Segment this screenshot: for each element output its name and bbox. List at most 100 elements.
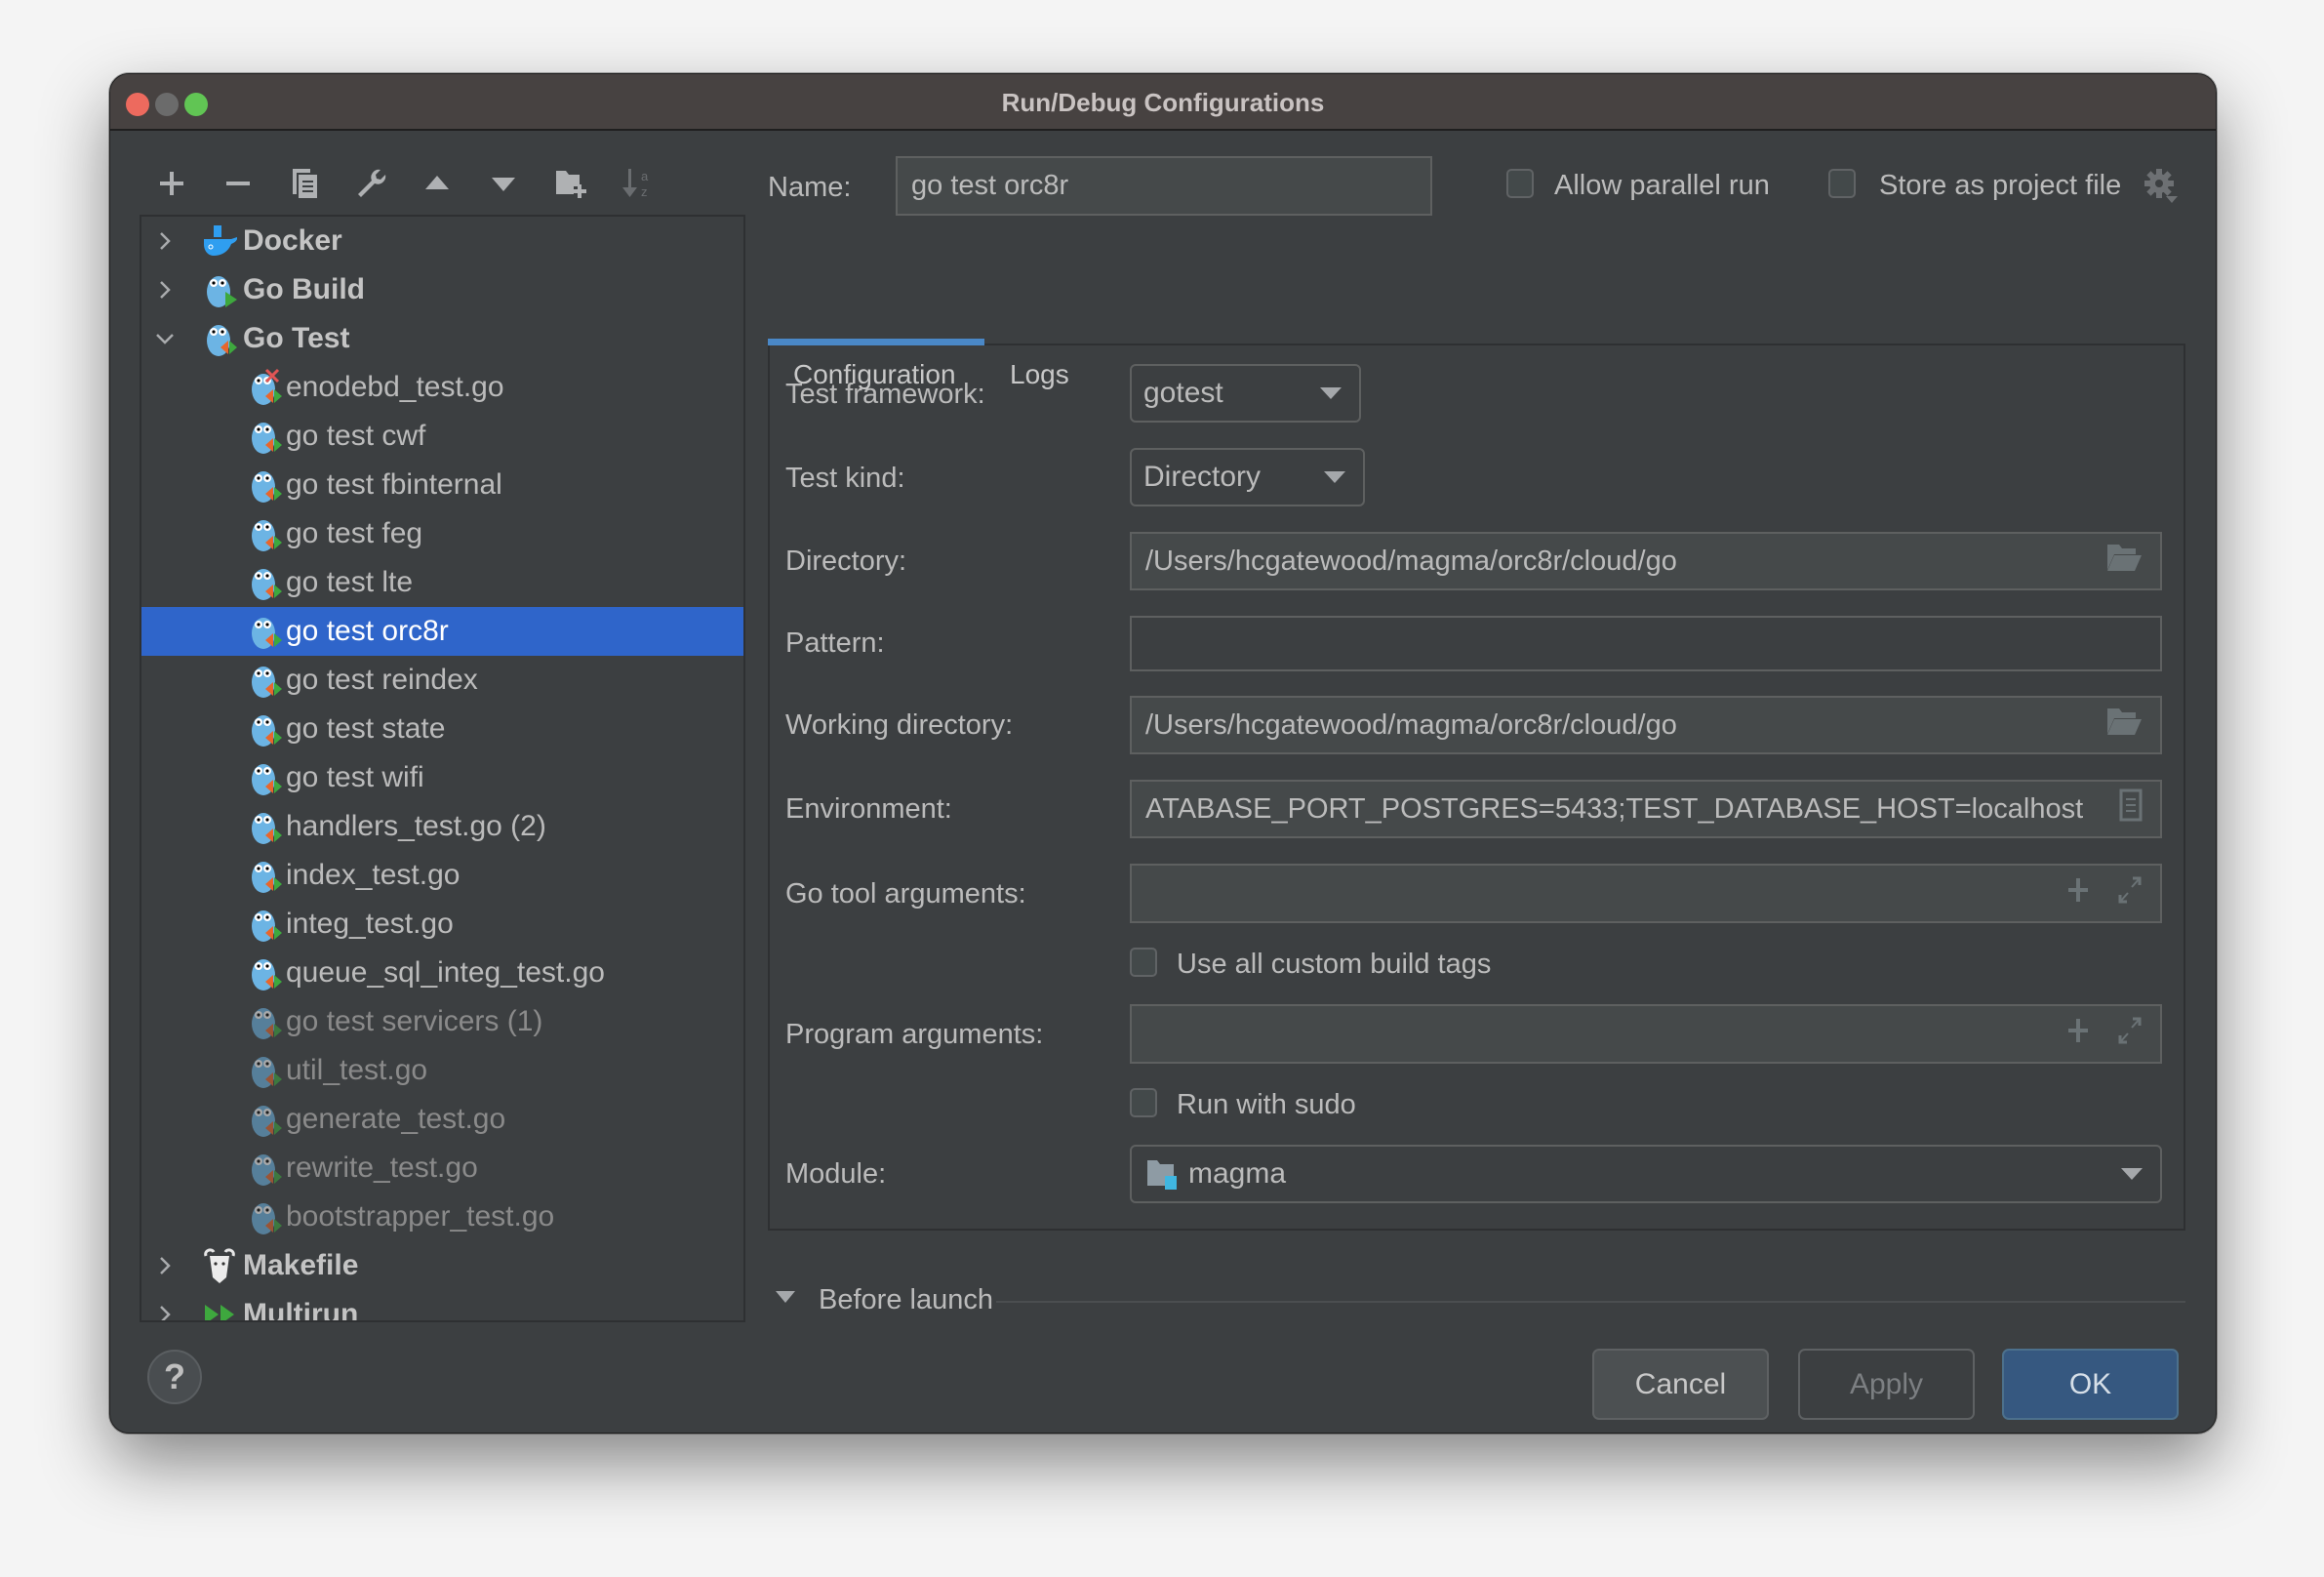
- go-tool-arguments-input[interactable]: [1130, 864, 2162, 923]
- tree-item[interactable]: go test servicers (1): [141, 997, 743, 1046]
- configuration-tree[interactable]: Docker Go Build Go Test enodebd_test.go g…: [140, 215, 745, 1322]
- tree-group-multirun[interactable]: Multirun: [141, 1290, 743, 1322]
- insert-macro-button[interactable]: [2066, 876, 2090, 911]
- gopher-test-icon: [249, 661, 284, 700]
- tree-item[interactable]: go test state: [141, 705, 743, 753]
- test-framework-dropdown[interactable]: gotest: [1130, 364, 1361, 423]
- use-all-custom-build-tags-checkbox[interactable]: [1130, 948, 1157, 977]
- tree-group-label: Go Test: [243, 322, 350, 354]
- allow-parallel-run-label: Allow parallel run: [1554, 170, 1770, 201]
- expand-field-button[interactable]: [2117, 875, 2143, 912]
- help-button[interactable]: ?: [147, 1350, 202, 1404]
- tree-item[interactable]: index_test.go: [141, 851, 743, 900]
- browse-folder-button[interactable]: [2105, 543, 2143, 580]
- dropdown-arrow-icon: [1320, 387, 1342, 399]
- tree-item[interactable]: enodebd_test.go: [141, 363, 743, 412]
- working-directory-input[interactable]: /Users/hcgatewood/magma/orc8r/cloud/go: [1130, 696, 2162, 754]
- tree-item[interactable]: go test orc8r: [141, 607, 743, 656]
- use-all-custom-build-tags-label: Use all custom build tags: [1177, 949, 1492, 980]
- move-down-button[interactable]: [484, 164, 523, 203]
- module-folder-icon: [1147, 1160, 1177, 1190]
- ok-button[interactable]: OK: [2002, 1349, 2179, 1420]
- gopher-test-icon: [204, 319, 239, 358]
- tree-item[interactable]: go test lte: [141, 558, 743, 607]
- run-with-sudo-label: Run with sudo: [1177, 1089, 1356, 1120]
- tree-item-label: rewrite_test.go: [286, 1152, 478, 1184]
- tree-group-go-build[interactable]: Go Build: [141, 265, 743, 314]
- module-dropdown[interactable]: magma: [1130, 1145, 2162, 1203]
- test-framework-label: Test framework:: [785, 379, 985, 410]
- browse-folder-button[interactable]: [2105, 707, 2143, 744]
- tree-group-go-test[interactable]: Go Test: [141, 314, 743, 363]
- tree-item[interactable]: integ_test.go: [141, 900, 743, 949]
- remove-configuration-button[interactable]: [219, 164, 258, 203]
- tree-item[interactable]: go test feg: [141, 509, 743, 558]
- docker-icon: [200, 222, 237, 261]
- cancel-button[interactable]: Cancel: [1592, 1349, 1769, 1420]
- chevron-right-icon[interactable]: [153, 1303, 177, 1320]
- chevron-right-icon[interactable]: [153, 278, 177, 302]
- tree-item[interactable]: go test cwf: [141, 412, 743, 461]
- remove-icon: [226, 182, 250, 185]
- directory-input[interactable]: /Users/hcgatewood/magma/orc8r/cloud/go: [1130, 532, 2162, 590]
- chevron-right-icon[interactable]: [153, 1254, 177, 1277]
- gopher-test-icon: [249, 514, 284, 553]
- tree-item-label: go test orc8r: [286, 615, 449, 647]
- add-icon: [160, 172, 183, 195]
- tree-group-label: Multirun: [243, 1298, 359, 1322]
- add-configuration-button[interactable]: [152, 164, 191, 203]
- tree-item[interactable]: bootstrapper_test.go: [141, 1193, 743, 1241]
- tree-item[interactable]: go test reindex: [141, 656, 743, 705]
- tree-item[interactable]: go test fbinternal: [141, 461, 743, 509]
- store-options-gear-button[interactable]: [2143, 167, 2180, 204]
- chevron-down-icon[interactable]: [153, 327, 177, 350]
- tree-item-label: go test feg: [286, 517, 423, 549]
- multirun-icon: [202, 1295, 237, 1320]
- gopher-run-icon: [204, 270, 239, 309]
- dropdown-arrow-icon: [1324, 471, 1345, 483]
- go-tool-arguments-label: Go tool arguments:: [785, 878, 1026, 910]
- allow-parallel-run-checkbox[interactable]: [1506, 169, 1534, 198]
- gopher-test-icon: [249, 709, 284, 748]
- copy-configuration-button[interactable]: [285, 164, 324, 203]
- tree-item[interactable]: handlers_test.go (2): [141, 802, 743, 851]
- pattern-input[interactable]: [1130, 616, 2162, 671]
- test-kind-dropdown[interactable]: Directory: [1130, 448, 1365, 506]
- run-with-sudo-checkbox[interactable]: [1130, 1088, 1157, 1117]
- tree-item[interactable]: generate_test.go: [141, 1095, 743, 1144]
- expand-field-button[interactable]: [2117, 1016, 2143, 1053]
- svg-text:z: z: [641, 184, 648, 199]
- tree-item-label: index_test.go: [286, 859, 461, 891]
- environment-input[interactable]: ATABASE_PORT_POSTGRES=5433;TEST_DATABASE…: [1130, 780, 2162, 838]
- program-arguments-input[interactable]: [1130, 1004, 2162, 1064]
- tree-item[interactable]: rewrite_test.go: [141, 1144, 743, 1193]
- chevron-right-icon[interactable]: [153, 229, 177, 253]
- apply-button[interactable]: Apply: [1798, 1349, 1975, 1420]
- wrench-icon: [358, 169, 386, 197]
- edit-templates-button[interactable]: [352, 164, 391, 203]
- copy-icon: [293, 169, 317, 198]
- gopher-test-icon: [249, 1197, 284, 1236]
- move-up-button[interactable]: [418, 164, 457, 203]
- tree-item-label: queue_sql_integ_test.go: [286, 956, 605, 989]
- before-launch-toggle[interactable]: [774, 1287, 797, 1312]
- move-down-icon: [492, 178, 515, 191]
- new-folder-button[interactable]: [552, 164, 591, 203]
- tree-group-docker[interactable]: Docker: [141, 217, 743, 265]
- tree-item[interactable]: go test wifi: [141, 753, 743, 802]
- name-input[interactable]: go test orc8r: [896, 156, 1432, 216]
- gopher-test-error-icon: [249, 368, 284, 407]
- module-label: Module:: [785, 1158, 887, 1190]
- sort-alphabetically-button[interactable]: az: [618, 164, 657, 203]
- expand-icon: [2118, 876, 2142, 903]
- tree-item-label: go test servicers (1): [286, 1005, 543, 1037]
- edit-environment-button[interactable]: [2119, 788, 2143, 829]
- store-as-project-file-label: Store as project file: [1879, 170, 2122, 201]
- tree-item-label: integ_test.go: [286, 908, 454, 940]
- tree-group-makefile[interactable]: Makefile: [141, 1241, 743, 1290]
- insert-macro-button[interactable]: [2066, 1017, 2090, 1052]
- store-as-project-file-checkbox[interactable]: [1828, 169, 1856, 198]
- tree-item[interactable]: util_test.go: [141, 1046, 743, 1095]
- tree-item[interactable]: queue_sql_integ_test.go: [141, 949, 743, 997]
- tree-item-label: go test lte: [286, 566, 414, 598]
